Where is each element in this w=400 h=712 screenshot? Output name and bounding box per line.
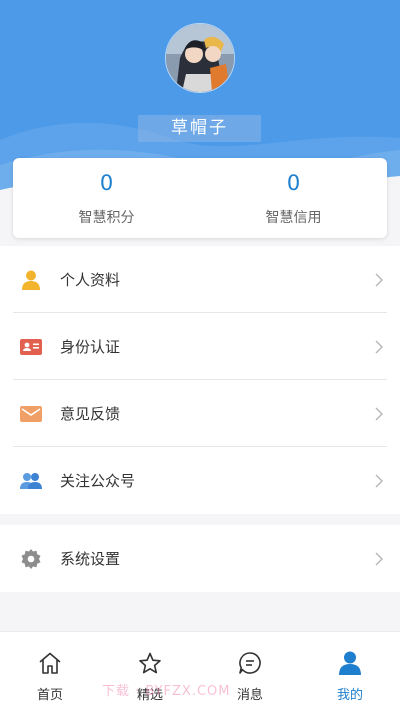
stat-points-value: 0 — [99, 171, 114, 195]
chevron-right-icon — [374, 473, 384, 489]
tab-home[interactable]: 首页 — [0, 632, 100, 712]
menu-item-label: 系统设置 — [60, 550, 121, 568]
star-icon — [100, 650, 200, 676]
stat-credit-label: 智慧信用 — [265, 210, 322, 226]
avatar-image — [166, 24, 234, 92]
envelope-icon — [20, 403, 42, 425]
avatar[interactable] — [165, 23, 235, 93]
tab-messages[interactable]: 消息 — [200, 632, 300, 712]
menu-item-identity[interactable]: 身份认证 — [0, 313, 400, 380]
user-icon — [300, 650, 400, 676]
menu-list: 个人资料 身份认证 意见反馈 关注公众号 — [0, 246, 400, 514]
menu-item-label: 关注公众号 — [60, 472, 136, 490]
tab-featured[interactable]: 精选 — [100, 632, 200, 712]
id-card-icon — [20, 336, 42, 358]
chevron-right-icon — [374, 272, 384, 288]
chevron-right-icon — [374, 551, 384, 567]
menu-item-label: 个人资料 — [60, 271, 121, 289]
stat-points[interactable]: 0 智慧积分 — [13, 158, 200, 238]
watermark: 下载 · BYFZX.COM — [102, 684, 231, 699]
menu-item-feedback[interactable]: 意见反馈 — [0, 380, 400, 447]
menu-item-settings[interactable]: 系统设置 — [0, 525, 400, 592]
menu-item-follow-account[interactable]: 关注公众号 — [0, 447, 400, 514]
gear-icon — [20, 548, 42, 570]
menu-item-profile[interactable]: 个人资料 — [0, 246, 400, 313]
stat-credit-value: 0 — [286, 171, 301, 195]
tab-label: 首页 — [36, 688, 63, 703]
tab-label: 我的 — [336, 688, 363, 703]
message-icon — [200, 650, 300, 676]
menu-item-label: 身份认证 — [60, 338, 121, 356]
menu-item-label: 意见反馈 — [60, 405, 121, 423]
person-icon — [20, 269, 42, 291]
chevron-right-icon — [374, 406, 384, 422]
group-icon — [20, 470, 42, 492]
stat-credit[interactable]: 0 智慧信用 — [200, 158, 387, 238]
bottom-tab-bar: 首页 精选 消息 我的 — [0, 631, 400, 712]
home-icon — [0, 650, 100, 676]
stats-card: 0 智慧积分 0 智慧信用 — [13, 158, 387, 238]
chevron-right-icon — [374, 339, 384, 355]
settings-group: 系统设置 — [0, 525, 400, 592]
stat-points-label: 智慧积分 — [78, 210, 135, 226]
tab-mine[interactable]: 我的 — [300, 632, 400, 712]
username: 草帽子 — [138, 115, 261, 142]
